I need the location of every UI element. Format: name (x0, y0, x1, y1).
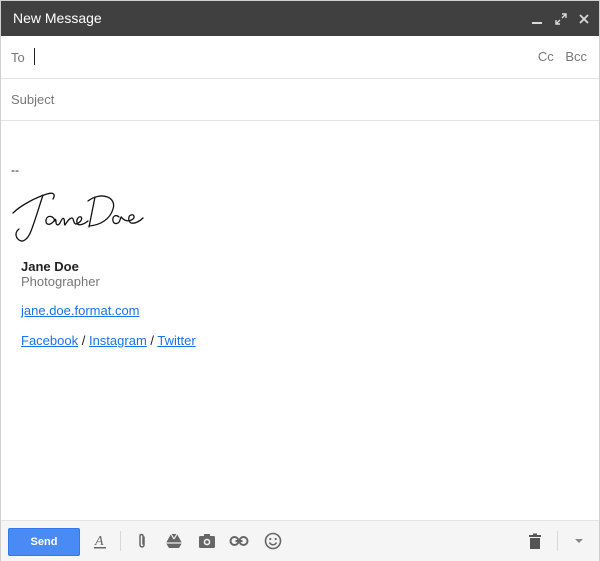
social-separator: / (81, 333, 86, 348)
to-field[interactable]: To Cc Bcc (1, 36, 599, 79)
cc-bcc-links: Cc Bcc (530, 49, 587, 64)
trash-icon[interactable] (524, 530, 546, 552)
facebook-link[interactable]: Facebook (21, 333, 78, 348)
to-label: To (11, 50, 25, 65)
attach-icon[interactable] (131, 530, 153, 552)
bcc-link[interactable]: Bcc (565, 49, 587, 64)
website-link[interactable]: jane.doe.format.com (21, 303, 140, 318)
message-body[interactable]: -- Jane Doe Photographer jane.doe.format… (1, 121, 599, 519)
cc-link[interactable]: Cc (538, 49, 554, 64)
formatting-icon[interactable]: A (89, 530, 111, 552)
send-button[interactable]: Send (8, 528, 80, 556)
social-separator: / (150, 333, 155, 348)
twitter-link[interactable]: Twitter (157, 333, 195, 348)
more-options-icon[interactable] (568, 530, 590, 552)
signature-title: Photographer (21, 274, 100, 289)
emoji-icon[interactable] (262, 530, 284, 552)
photo-icon[interactable] (196, 530, 218, 552)
social-links: Facebook / Instagram / Twitter (21, 333, 196, 348)
compose-window: New Message To Cc Bcc Subject -- Jane Do… (0, 0, 600, 561)
toolbar-divider (120, 531, 121, 551)
subject-field[interactable]: Subject (1, 79, 599, 121)
window-title: New Message (13, 10, 102, 26)
link-icon[interactable] (228, 530, 250, 552)
svg-text:A: A (94, 534, 104, 549)
title-bar: New Message (1, 1, 599, 36)
toolbar-divider (557, 531, 558, 551)
compose-toolbar: Send A (1, 520, 599, 561)
signature-separator: -- (11, 163, 19, 177)
instagram-link[interactable]: Instagram (89, 333, 147, 348)
signature-image (12, 192, 144, 242)
minimize-icon[interactable] (528, 1, 546, 36)
text-cursor (34, 48, 35, 65)
signature-name: Jane Doe (21, 259, 79, 274)
expand-icon[interactable] (552, 1, 570, 36)
drive-icon[interactable] (163, 530, 185, 552)
subject-label: Subject (11, 92, 55, 107)
close-icon[interactable] (575, 1, 593, 36)
